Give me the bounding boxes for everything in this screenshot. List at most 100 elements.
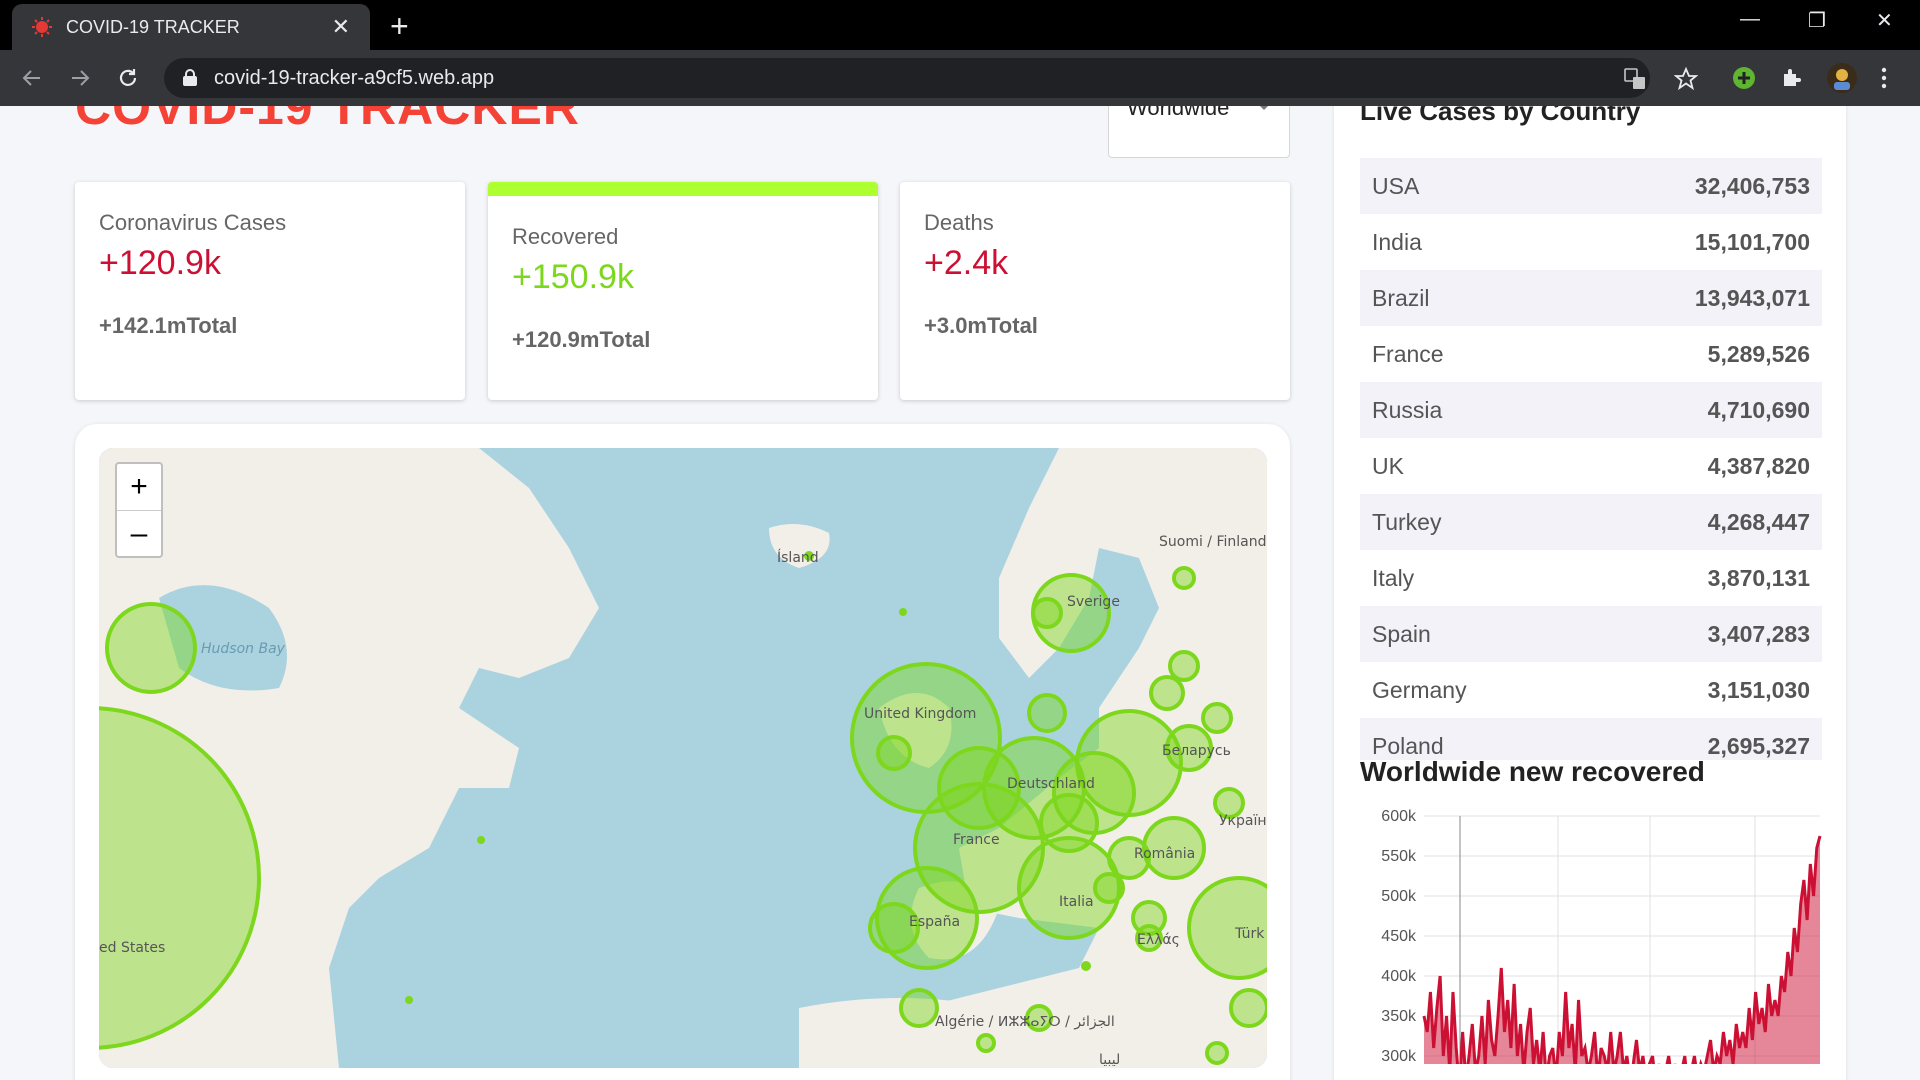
card-today-value: +150.9k [512,258,634,296]
map-panel: Ísland Suomi / Finland Sverige Hudson Ba… [75,424,1290,1080]
card-title: Recovered [512,224,619,249]
recovered-line-chart[interactable]: 600k550k500k450k400k350k300k250k [1360,804,1830,1064]
puzzle-extensions-icon[interactable] [1780,66,1804,90]
reload-icon[interactable] [116,66,140,90]
country-cases: 3,407,283 [1707,620,1810,647]
y-tick-label: 350k [1381,1008,1417,1025]
right-panel: Live Cases by Country USA 32,406,753 India… [1334,106,1846,1080]
card-total-value: +142.1mTotal [99,313,238,338]
extension-plus-icon[interactable] [1732,66,1756,90]
restore-icon[interactable]: ❐ [1808,8,1826,33]
card-title: Coronavirus Cases [99,210,287,235]
country-cases: 5,289,526 [1707,340,1810,367]
country-name: Spain [1372,620,1431,647]
map-canvas[interactable]: Ísland Suomi / Finland Sverige Hudson Ba… [99,448,1267,1068]
country-cases: 15,101,700 [1694,228,1810,255]
y-tick-label: 600k [1381,808,1417,825]
map-label: România [1134,846,1195,862]
close-tab-icon[interactable]: ✕ [332,14,350,40]
country-name: Germany [1372,676,1467,703]
map-label: France [953,832,1000,848]
zoom-out-button[interactable]: – [117,510,161,556]
bookmark-star-icon[interactable] [1674,67,1698,91]
country-name: Brazil [1372,284,1430,311]
new-tab-button[interactable]: + [390,8,409,45]
virus-icon [32,17,52,37]
address-bar[interactable]: covid-19-tracker-a9cf5.web.app [164,58,1698,98]
card-total-value: +3.0mTotal [924,313,1038,338]
map-label: Sverige [1067,594,1120,610]
map-label: Україна [1219,813,1267,829]
live-cases-heading: Live Cases by Country [1360,106,1641,126]
map-label: ليبيا [1099,1052,1120,1068]
tab-title: COVID-19 TRACKER [66,16,240,37]
country-cases: 4,710,690 [1707,396,1810,423]
table-row: Poland 2,695,327 [1360,718,1822,760]
map-label: Suomi / Finland [1159,534,1267,550]
card-total-value: +120.9mTotal [512,327,651,352]
window-close-icon[interactable]: ✕ [1876,8,1893,33]
lock-icon [183,69,197,86]
country-name: USA [1372,172,1420,199]
minimize-icon[interactable]: — [1740,8,1760,31]
map-label: Hudson Bay [201,641,286,657]
country-name: India [1372,228,1422,255]
y-tick-label: 300k [1381,1048,1417,1064]
map-label: Ελλάς [1137,932,1180,948]
browser-tab-bar: COVID-19 TRACKER ✕ + — ❐ ✕ [0,0,1920,50]
map-label: Ísland [777,549,819,566]
chevron-down-icon [1257,106,1271,110]
country-cases: 32,406,753 [1694,172,1810,199]
page-content: COVID-19 TRACKER Worldwide Coronavirus C… [0,106,1920,1080]
country-name: UK [1372,452,1404,479]
back-arrow-icon[interactable] [20,66,44,90]
country-select[interactable]: Worldwide [1108,106,1290,158]
menu-kebab-icon[interactable] [1878,66,1890,90]
url-text: covid-19-tracker-a9cf5.web.app [214,66,495,89]
table-row: Russia 4,710,690 [1360,382,1822,438]
table-row: Turkey 4,268,447 [1360,494,1822,550]
profile-avatar-icon[interactable] [1826,62,1858,94]
world-map[interactable]: Ísland Suomi / Finland Sverige Hudson Ba… [99,448,1267,1068]
table-row: UK 4,387,820 [1360,438,1822,494]
card-today-value: +120.9k [99,244,221,282]
country-cases: 2,695,327 [1707,732,1810,759]
country-cases: 3,870,131 [1707,564,1810,591]
table-row: India 15,101,700 [1360,214,1822,270]
country-name: Russia [1372,396,1443,423]
zoom-control: + – [115,462,163,558]
card-today-value: +2.4k [924,244,1009,282]
translate-icon[interactable] [1624,68,1646,90]
map-label: ed States [99,940,165,956]
recovered-card[interactable]: Recovered +150.9k +120.9mTotal [488,182,878,400]
table-row: France 5,289,526 [1360,326,1822,382]
map-label: Algérie / ⵍⵣⵣⴰⵢⵔ / الجزائر [935,1014,1115,1030]
map-label: Deutschland [1007,776,1095,792]
chart-heading: Worldwide new recovered [1360,756,1705,787]
table-row: Spain 3,407,283 [1360,606,1822,662]
country-name: Turkey [1372,508,1442,535]
y-tick-label: 500k [1381,888,1417,905]
zoom-in-button[interactable]: + [117,464,161,510]
country-name: France [1372,340,1444,367]
deaths-card[interactable]: Deaths +2.4k +3.0mTotal [900,182,1290,400]
map-label: Türk [1234,926,1265,942]
map-label: United Kingdom [864,706,976,722]
country-cases: 4,387,820 [1707,452,1810,479]
country-cases: 13,943,071 [1694,284,1810,311]
country-cases: 3,151,030 [1707,676,1810,703]
country-table[interactable]: USA 32,406,753 India 15,101,700 Brazil 13,943… [1360,158,1822,760]
card-title: Deaths [924,210,994,235]
cases-card[interactable]: Coronavirus Cases +120.9k +142.1mTotal [75,182,465,400]
country-cases: 4,268,447 [1707,508,1810,535]
forward-arrow-icon[interactable] [68,66,92,90]
table-row: Brazil 13,943,071 [1360,270,1822,326]
table-row: Germany 3,151,030 [1360,662,1822,718]
browser-tab[interactable]: COVID-19 TRACKER ✕ [12,4,370,50]
browser-toolbar: covid-19-tracker-a9cf5.web.app [0,50,1920,106]
y-tick-label: 400k [1381,968,1417,985]
table-row: USA 32,406,753 [1360,158,1822,214]
map-label: Italia [1059,894,1094,910]
country-name: Italy [1372,564,1415,591]
map-label: Беларусь [1162,743,1231,759]
